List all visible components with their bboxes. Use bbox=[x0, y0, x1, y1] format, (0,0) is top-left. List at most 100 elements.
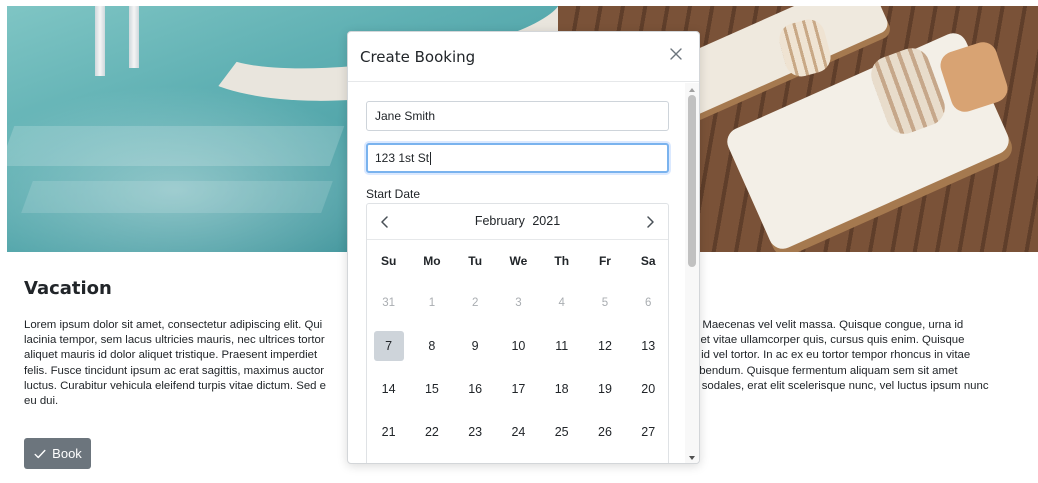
calendar-day-number: 11 bbox=[555, 338, 569, 353]
calendar-week-row: 7 8 9 10 11 12 13 bbox=[367, 324, 670, 367]
calendar-day-number: 16 bbox=[468, 381, 483, 396]
scroll-up-arrow-icon[interactable] bbox=[688, 86, 696, 94]
start-date-label: Start Date bbox=[366, 187, 421, 201]
check-icon bbox=[34, 449, 46, 458]
scroll-down-arrow-icon[interactable] bbox=[688, 454, 696, 462]
calendar-day[interactable]: 20 bbox=[627, 367, 670, 410]
calendar-day-number: 1 bbox=[428, 296, 436, 309]
calendar-day-outside-month[interactable]: 1 bbox=[410, 281, 453, 324]
calendar-day[interactable]: 8 bbox=[410, 324, 453, 367]
calendar-month: February bbox=[474, 214, 525, 228]
calendar-day[interactable]: 24 bbox=[497, 410, 540, 453]
calendar-day-number: 17 bbox=[511, 381, 526, 396]
page-title: Vacation bbox=[24, 278, 112, 299]
calendar-day-number: 14 bbox=[381, 381, 396, 396]
calendar-day-number: 27 bbox=[641, 424, 656, 439]
calendar-day[interactable]: 19 bbox=[583, 367, 626, 410]
calendar-week-row: 21 22 23 24 25 26 27 bbox=[367, 410, 670, 453]
name-input[interactable]: Jane Smith bbox=[366, 101, 669, 131]
calendar-day-number: 15 bbox=[424, 381, 439, 396]
weekday-label: Sa bbox=[640, 254, 656, 268]
paragraph-line: eu dui. bbox=[24, 395, 59, 408]
calendar-grid: Su Mo Tu We Th Fr Sa 31 1 2 3 4 5 6 7 8 9 10 11 12 13… bbox=[367, 241, 670, 453]
calendar-day-number: 12 bbox=[598, 338, 612, 353]
modal-scrollbar[interactable] bbox=[685, 83, 699, 463]
paragraph-line: t bibendum. Quisque fermentum aliquam se… bbox=[684, 364, 958, 377]
calendar-day-number: 9 bbox=[471, 338, 479, 353]
calendar-month-year[interactable]: February 2021 bbox=[367, 214, 668, 228]
calendar-day[interactable]: 13 bbox=[627, 324, 670, 367]
paragraph-line: felis. Fusce tincidunt ipsum ac erat sag… bbox=[24, 364, 325, 377]
weekday-label: Fr bbox=[598, 254, 611, 268]
calendar-day[interactable]: 27 bbox=[627, 410, 670, 453]
modal-header: Create Booking bbox=[348, 32, 699, 82]
calendar-day[interactable]: 18 bbox=[540, 367, 583, 410]
create-booking-modal: Create Booking Jane Smith 123 1st St Sta… bbox=[347, 31, 700, 464]
calendar-day-number: 25 bbox=[554, 424, 569, 439]
calendar-day-number: 31 bbox=[382, 296, 396, 309]
paragraph-line: ttis sodales, erat elit scelerisque nunc… bbox=[684, 379, 989, 392]
calendar-day[interactable]: 23 bbox=[454, 410, 497, 453]
modal-body: Jane Smith 123 1st St Start Date Februar… bbox=[348, 83, 699, 463]
calendar-day-number: 23 bbox=[468, 424, 483, 439]
paragraph-left-column: Lorem ipsum dolor sit amet, consectetur … bbox=[24, 318, 354, 409]
calendar-day-selected[interactable]: 7 bbox=[367, 324, 410, 367]
calendar-day-number: 24 bbox=[511, 424, 526, 439]
modal-title: Create Booking bbox=[360, 48, 476, 66]
calendar-week-row: 14 15 16 17 18 19 20 bbox=[367, 367, 670, 410]
calendar-day-outside-month[interactable]: 2 bbox=[454, 281, 497, 324]
calendar-day-outside-month[interactable]: 3 bbox=[497, 281, 540, 324]
scrollbar-thumb[interactable] bbox=[688, 95, 696, 267]
calendar-day-number: 6 bbox=[645, 296, 652, 309]
weekday-label: Th bbox=[554, 254, 570, 268]
calendar-day[interactable]: 10 bbox=[497, 324, 540, 367]
calendar-day-number: 10 bbox=[511, 338, 526, 353]
paragraph-right-column: pit. Maecenas vel velit massa. Quisque c… bbox=[684, 318, 1024, 409]
pool-railing bbox=[95, 6, 105, 76]
pool-step bbox=[21, 181, 333, 213]
calendar-day[interactable]: 9 bbox=[454, 324, 497, 367]
calendar-day-number: 13 bbox=[641, 338, 656, 353]
calendar-day-outside-month[interactable]: 31 bbox=[367, 281, 410, 324]
calendar-day-number: 22 bbox=[424, 424, 439, 439]
calendar-day[interactable]: 22 bbox=[410, 410, 453, 453]
calendar-day[interactable]: 12 bbox=[583, 324, 626, 367]
pool-railing bbox=[129, 6, 139, 68]
calendar-day-number: 3 bbox=[515, 296, 522, 309]
pool-step bbox=[7, 126, 345, 166]
calendar-day[interactable]: 21 bbox=[367, 410, 410, 453]
calendar-day-number: 8 bbox=[428, 338, 436, 353]
paragraph-line: Lorem ipsum dolor sit amet, consectetur … bbox=[24, 319, 323, 331]
weekday-label: We bbox=[509, 254, 528, 268]
calendar-day-number: 21 bbox=[381, 424, 396, 439]
book-button-label: Book bbox=[52, 446, 82, 461]
calendar-day[interactable]: 15 bbox=[410, 367, 453, 410]
weekday-label: Tu bbox=[468, 254, 483, 268]
address-input-value: 123 1st St bbox=[375, 151, 430, 165]
calendar-day[interactable]: 11 bbox=[540, 324, 583, 367]
calendar-day[interactable]: 16 bbox=[454, 367, 497, 410]
calendar-header: February 2021 bbox=[367, 204, 668, 240]
calendar-day[interactable]: 25 bbox=[540, 410, 583, 453]
book-button[interactable]: Book bbox=[24, 438, 91, 469]
weekday-label: Su bbox=[380, 254, 397, 268]
calendar-day[interactable]: 17 bbox=[497, 367, 540, 410]
paragraph-line: oreet vitae ullamcorper quis, cursus qui… bbox=[684, 334, 965, 347]
calendar-day[interactable]: 14 bbox=[367, 367, 410, 410]
paragraph-line: sis id vel tortor. In ac ex eu tortor te… bbox=[684, 349, 971, 362]
weekday-label: Mo bbox=[423, 254, 441, 268]
paragraph-line: aliquet mauris id dolor aliquet tristiqu… bbox=[24, 349, 318, 362]
calendar-day-number: 26 bbox=[598, 424, 612, 439]
chevron-right-icon[interactable] bbox=[642, 214, 658, 230]
calendar-day-outside-month[interactable]: 6 bbox=[627, 281, 670, 324]
calendar-day-outside-month[interactable]: 4 bbox=[540, 281, 583, 324]
calendar-weeks: 31 1 2 3 4 5 6 7 8 9 10 11 12 13 14 15 16 17 18 19 20 21 22 23 2… bbox=[367, 281, 670, 453]
address-input[interactable]: 123 1st St bbox=[366, 143, 669, 173]
calendar-day[interactable]: 26 bbox=[583, 410, 626, 453]
close-icon[interactable] bbox=[669, 47, 683, 61]
calendar-day-number: 18 bbox=[554, 381, 569, 396]
calendar-day-number: 7 bbox=[373, 330, 404, 361]
calendar-day-number: 19 bbox=[598, 381, 612, 396]
calendar-day-number: 20 bbox=[641, 381, 656, 396]
calendar-day-outside-month[interactable]: 5 bbox=[583, 281, 626, 324]
